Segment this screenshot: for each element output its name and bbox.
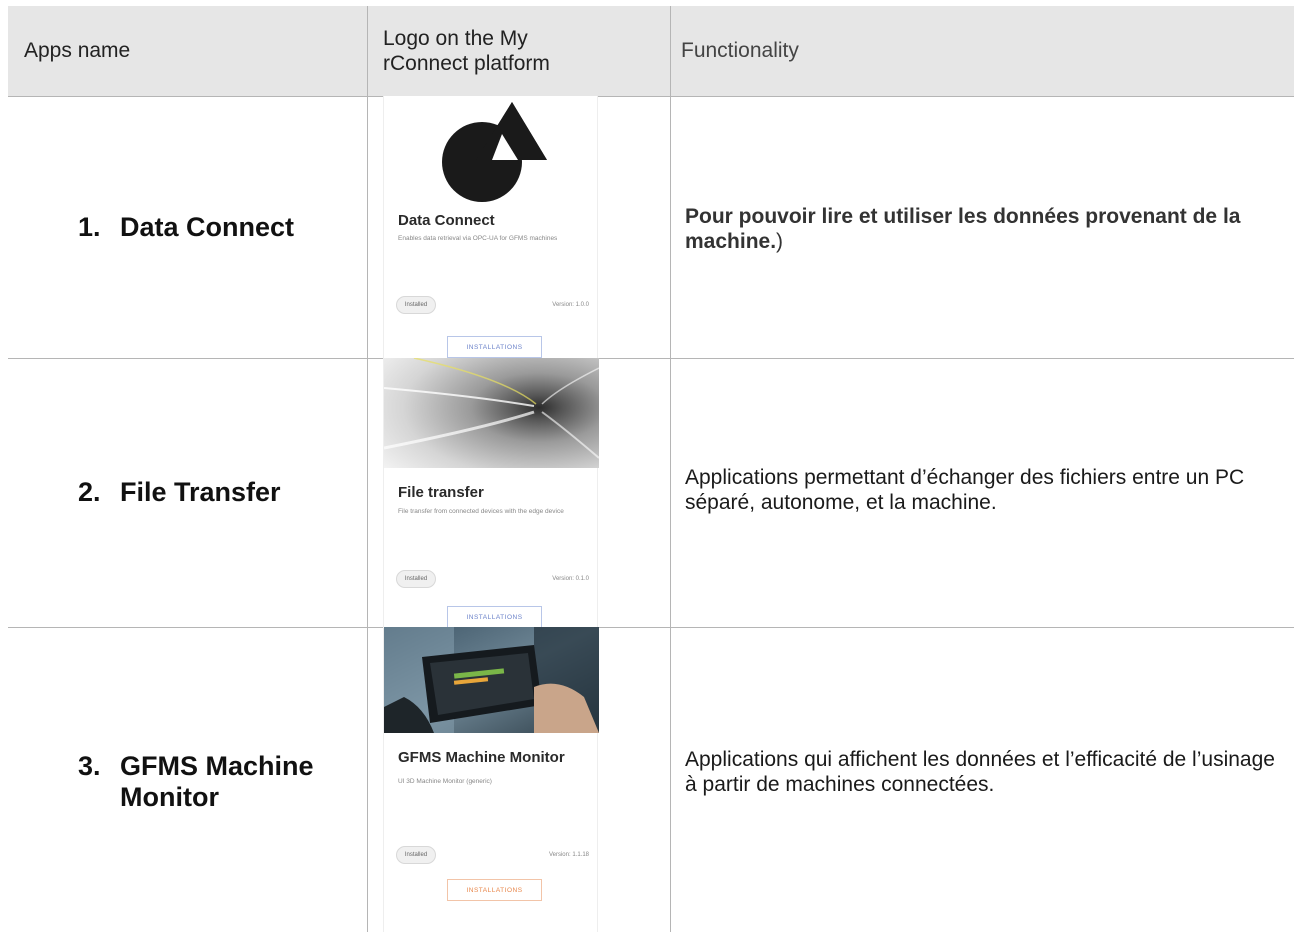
installed-badge: Installed bbox=[396, 846, 436, 864]
apps-table: Apps name Logo on the My rConnect platfo… bbox=[8, 6, 1294, 932]
header-logo: Logo on the My rConnect platform bbox=[383, 27, 550, 75]
app-number: 3. bbox=[78, 751, 101, 781]
app-number: 1. bbox=[78, 212, 101, 242]
installed-badge: Installed bbox=[396, 570, 436, 588]
table-header: Apps name Logo on the My rConnect platfo… bbox=[8, 6, 1294, 96]
version-text: Version: 0.1.0 bbox=[552, 576, 589, 582]
app-number: 2. bbox=[78, 477, 101, 507]
data-connect-logo-icon bbox=[442, 102, 547, 202]
card-title: Data Connect bbox=[398, 212, 495, 229]
table-row: 1. Data Connect Data Connect Enables dat… bbox=[8, 96, 1294, 358]
app-name-text: Data Connect bbox=[120, 212, 295, 242]
functionality-text: Applications qui affichent les données e… bbox=[685, 748, 1275, 796]
installations-button[interactable]: INSTALLATIONS bbox=[447, 606, 542, 628]
app-card-gfms-machine-monitor[interactable]: GFMS Machine Monitor UI 3D Machine Monit… bbox=[383, 627, 599, 932]
functionality-tail: ) bbox=[776, 230, 784, 253]
app-card-data-connect[interactable]: Data Connect Enables data retrieval via … bbox=[383, 96, 598, 358]
card-title: File transfer bbox=[398, 484, 484, 501]
functionality-bold: Pour pouvoir lire et utiliser les donnée… bbox=[685, 205, 1241, 253]
card-description: UI 3D Machine Monitor (generic) bbox=[398, 778, 492, 785]
functionality-text: Pour pouvoir lire et utiliser les donnée… bbox=[685, 204, 1285, 254]
header-apps-name: Apps name bbox=[24, 39, 131, 62]
machine-monitor-tablet-image-icon bbox=[384, 627, 599, 733]
installations-button[interactable]: INSTALLATIONS bbox=[447, 879, 542, 901]
card-description: Enables data retrieval via OPC-UA for GF… bbox=[398, 235, 558, 242]
table-row: 3. GFMS Machine Monitor GFMS Machine Mon… bbox=[8, 627, 1294, 932]
card-description: File transfer from connected devices wit… bbox=[398, 508, 564, 515]
header-functionality: Functionality bbox=[681, 39, 799, 62]
file-transfer-tunnel-image-icon bbox=[384, 358, 599, 468]
installations-button[interactable]: INSTALLATIONS bbox=[447, 336, 542, 358]
table-row: 2. File Transfer File transfer File tran… bbox=[8, 358, 1294, 628]
version-text: Version: 1.0.0 bbox=[552, 302, 589, 308]
functionality-text: Applications permettant d’échanger des f… bbox=[685, 466, 1245, 514]
app-card-file-transfer[interactable]: File transfer File transfer from connect… bbox=[383, 358, 599, 628]
installed-badge: Installed bbox=[396, 296, 436, 314]
card-title: GFMS Machine Monitor bbox=[398, 749, 565, 766]
version-text: Version: 1.1.18 bbox=[548, 852, 589, 858]
app-name-text: File Transfer bbox=[120, 477, 281, 507]
app-name-text: GFMS Machine Monitor bbox=[120, 751, 314, 812]
